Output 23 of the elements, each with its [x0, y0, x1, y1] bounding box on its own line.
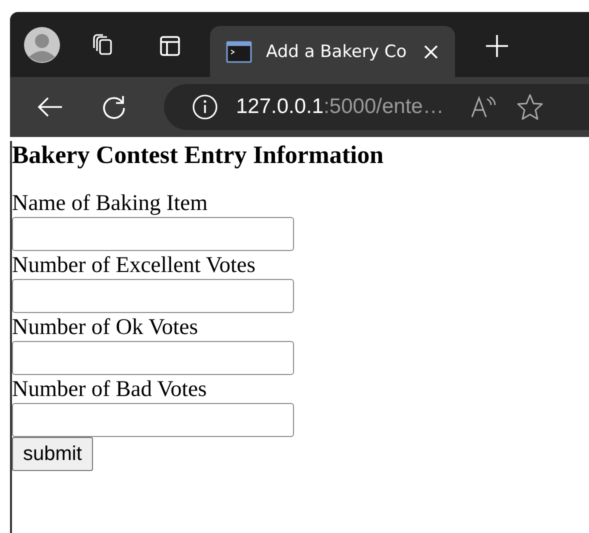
- field-label: Number of Excellent Votes: [12, 251, 256, 279]
- sidebar-icon[interactable]: [158, 34, 182, 58]
- favorite-star-icon[interactable]: [516, 93, 544, 121]
- close-icon[interactable]: [423, 44, 439, 60]
- text-input[interactable]: [12, 279, 294, 313]
- field-label: Number of Bad Votes: [12, 375, 208, 403]
- text-input[interactable]: [12, 217, 294, 251]
- browser-tab[interactable]: Add a Bakery Co: [210, 26, 455, 77]
- field-label: Number of Ok Votes: [12, 313, 200, 341]
- submit-button[interactable]: submit: [12, 437, 93, 471]
- read-aloud-icon[interactable]: [470, 95, 498, 119]
- page-heading: Bakery Contest Entry Information: [12, 141, 385, 171]
- field-label: Name of Baking Item: [12, 189, 209, 217]
- text-input[interactable]: [12, 341, 294, 375]
- new-tab-icon[interactable]: [485, 34, 509, 58]
- info-icon[interactable]: [192, 94, 218, 120]
- url-text: 127.0.0.1:5000/ente…: [236, 95, 444, 119]
- back-icon[interactable]: [36, 95, 64, 119]
- terminal-icon: [226, 40, 252, 62]
- refresh-icon[interactable]: [100, 93, 128, 121]
- text-input[interactable]: [12, 403, 294, 437]
- address-bar[interactable]: 127.0.0.1:5000/ente…: [164, 84, 589, 130]
- profile-avatar-icon[interactable]: [24, 27, 60, 63]
